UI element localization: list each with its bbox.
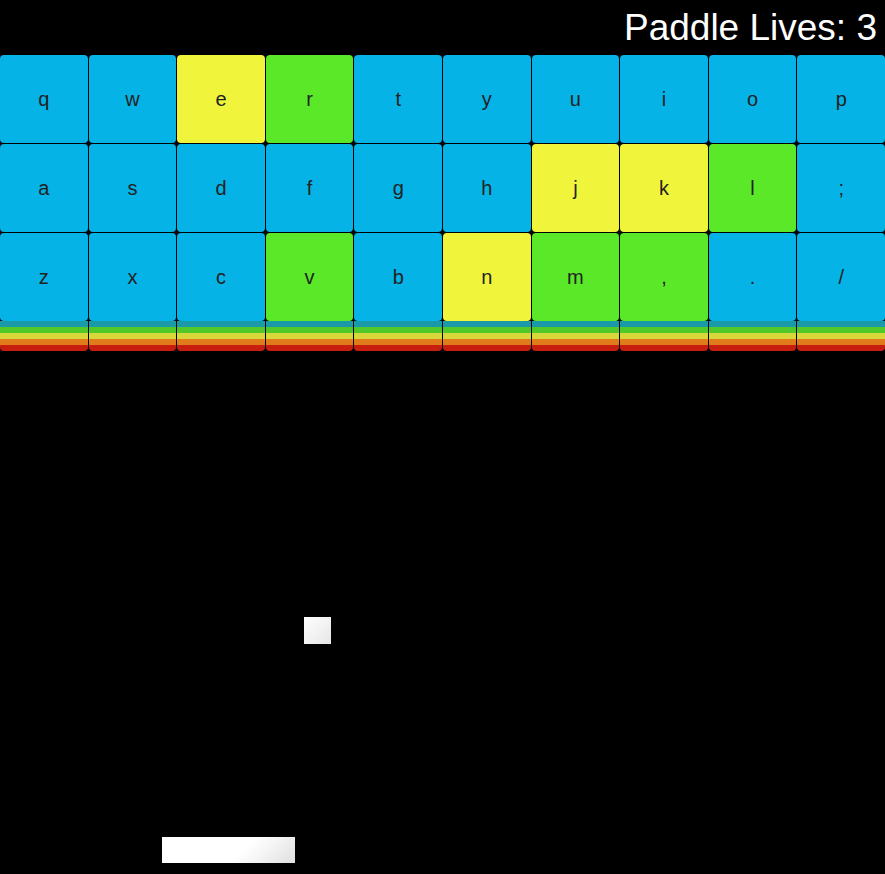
key-brick: e xyxy=(177,55,265,143)
key-brick: . xyxy=(709,233,797,321)
key-brick: a xyxy=(0,144,88,232)
ball xyxy=(304,617,331,644)
hud: Paddle Lives: 3 xyxy=(0,0,885,55)
layer-stack xyxy=(709,321,797,351)
key-brick: p xyxy=(797,55,885,143)
layer-stack xyxy=(0,321,88,351)
brick-grid: qwertyuiop asdfghjkl; zxcvbnm,./ xyxy=(0,55,885,321)
key-brick: v xyxy=(266,233,354,321)
key-brick: l xyxy=(709,144,797,232)
key-brick: q xyxy=(0,55,88,143)
key-brick: t xyxy=(354,55,442,143)
key-brick: k xyxy=(620,144,708,232)
layer-stack xyxy=(354,321,442,351)
key-brick: m xyxy=(532,233,620,321)
lives-counter: Paddle Lives: 3 xyxy=(624,9,877,46)
key-brick: ; xyxy=(797,144,885,232)
key-brick: f xyxy=(266,144,354,232)
key-brick: d xyxy=(177,144,265,232)
key-brick: z xyxy=(0,233,88,321)
key-brick: x xyxy=(89,233,177,321)
key-brick: h xyxy=(443,144,531,232)
key-brick: w xyxy=(89,55,177,143)
layer-stack xyxy=(532,321,620,351)
key-brick: u xyxy=(532,55,620,143)
key-brick: b xyxy=(354,233,442,321)
key-brick: o xyxy=(709,55,797,143)
key-brick: / xyxy=(797,233,885,321)
game-screen: Paddle Lives: 3 qwertyuiop asdfghjkl; zxcv… xyxy=(0,0,885,874)
key-brick: g xyxy=(354,144,442,232)
layer-stack xyxy=(89,321,177,351)
layer-stack xyxy=(620,321,708,351)
key-brick: i xyxy=(620,55,708,143)
key-brick: y xyxy=(443,55,531,143)
layer-stack xyxy=(266,321,354,351)
key-brick: n xyxy=(443,233,531,321)
paddle[interactable] xyxy=(162,837,295,863)
key-brick: s xyxy=(89,144,177,232)
key-brick: r xyxy=(266,55,354,143)
brick-layers xyxy=(0,321,885,351)
layer-stack xyxy=(797,321,885,351)
play-field xyxy=(0,351,885,874)
key-brick: c xyxy=(177,233,265,321)
key-brick: j xyxy=(532,144,620,232)
key-brick: , xyxy=(620,233,708,321)
layer-stack xyxy=(177,321,265,351)
layer-stack xyxy=(443,321,531,351)
